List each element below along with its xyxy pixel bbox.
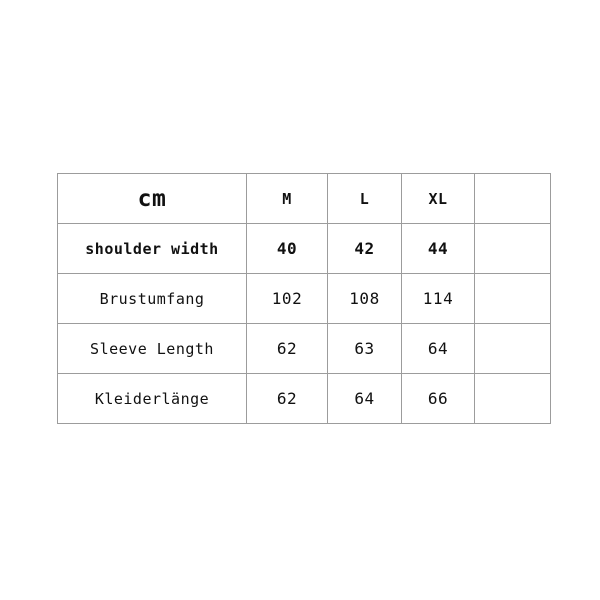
row-label-shoulder-width: shoulder width xyxy=(57,223,247,274)
size-header-l: L xyxy=(327,173,402,224)
screenshot-canvas: cm M L XL shoulder width 40 42 44 Brustu… xyxy=(0,0,600,600)
table-row-kleiderlaenge: Kleiderlänge 62 64 66 xyxy=(57,373,551,424)
value-sleeve-length-m: 62 xyxy=(246,323,328,374)
value-brustumfang-l: 108 xyxy=(327,273,402,324)
value-shoulder-width-blank xyxy=(474,223,551,274)
value-brustumfang-blank xyxy=(474,273,551,324)
size-header-xl: XL xyxy=(401,173,475,224)
value-sleeve-length-xl: 64 xyxy=(401,323,475,374)
value-kleiderlaenge-blank xyxy=(474,373,551,424)
size-chart-table: cm M L XL shoulder width 40 42 44 Brustu… xyxy=(57,173,551,424)
table-row-shoulder-width: shoulder width 40 42 44 xyxy=(57,223,551,274)
value-brustumfang-m: 102 xyxy=(246,273,328,324)
value-sleeve-length-l: 63 xyxy=(327,323,402,374)
value-shoulder-width-xl: 44 xyxy=(401,223,475,274)
units-header-cell: cm xyxy=(57,173,247,224)
table-row-header: cm M L XL xyxy=(57,173,551,224)
row-label-sleeve-length: Sleeve Length xyxy=(57,323,247,374)
size-header-blank xyxy=(474,173,551,224)
size-chart-body: cm M L XL shoulder width 40 42 44 Brustu… xyxy=(57,173,551,424)
value-kleiderlaenge-m: 62 xyxy=(246,373,328,424)
row-label-kleiderlaenge: Kleiderlänge xyxy=(57,373,247,424)
table-row-sleeve-length: Sleeve Length 62 63 64 xyxy=(57,323,551,374)
row-label-brustumfang: Brustumfang xyxy=(57,273,247,324)
value-shoulder-width-l: 42 xyxy=(327,223,402,274)
value-kleiderlaenge-xl: 66 xyxy=(401,373,475,424)
value-sleeve-length-blank xyxy=(474,323,551,374)
value-kleiderlaenge-l: 64 xyxy=(327,373,402,424)
table-row-brustumfang: Brustumfang 102 108 114 xyxy=(57,273,551,324)
value-brustumfang-xl: 114 xyxy=(401,273,475,324)
value-shoulder-width-m: 40 xyxy=(246,223,328,274)
size-header-m: M xyxy=(246,173,328,224)
